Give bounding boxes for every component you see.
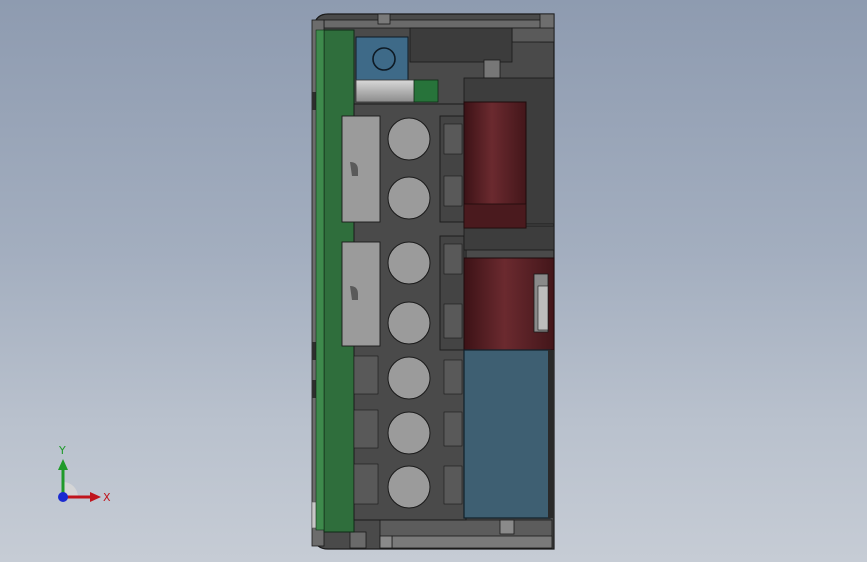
square-nut — [355, 36, 409, 82]
green-pin — [355, 79, 439, 103]
cad-graphics-viewport[interactable]: Y X — [0, 0, 867, 562]
coordinate-triad: Y X — [58, 444, 111, 504]
terminal-screw-hole — [387, 117, 431, 161]
x-axis-arrow-head — [90, 492, 101, 502]
z-axis-dot — [58, 492, 68, 502]
capacitor-top — [463, 101, 527, 229]
x-axis-label: X — [103, 491, 111, 504]
capacitor-bottom — [463, 257, 555, 351]
terminal-screw-hole — [387, 241, 431, 285]
terminal-screw-hole — [387, 411, 431, 455]
terminal-block — [341, 103, 467, 521]
terminal-screw-hole — [387, 356, 431, 400]
y-axis-label: Y — [58, 444, 66, 457]
relay-block — [463, 349, 554, 519]
terminal-screw-hole — [387, 465, 431, 509]
terminal-screw-hole — [387, 301, 431, 345]
y-axis-arrow-head — [58, 459, 68, 470]
terminal-screw-hole — [387, 176, 431, 220]
